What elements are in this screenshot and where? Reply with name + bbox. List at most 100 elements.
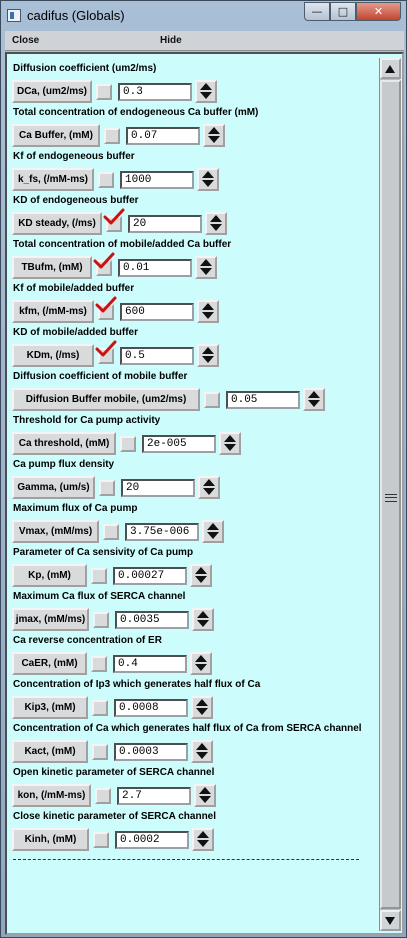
app-icon bbox=[7, 9, 21, 22]
spinner-arrows-icon[interactable] bbox=[192, 608, 214, 631]
param-value-field[interactable]: 0.01 bbox=[118, 259, 192, 277]
param-button[interactable]: Kip3, (mM) bbox=[12, 696, 88, 719]
param-value-field[interactable]: 0.00027 bbox=[113, 567, 187, 585]
menu-hide[interactable]: Hide bbox=[160, 35, 182, 46]
spinner-arrows-icon[interactable] bbox=[303, 388, 325, 411]
scroll-down-button[interactable] bbox=[380, 910, 401, 931]
param-value-field[interactable]: 2.7 bbox=[117, 787, 191, 805]
spinner-arrows-icon[interactable] bbox=[198, 476, 220, 499]
default-checkbox[interactable] bbox=[103, 524, 119, 540]
param-button[interactable]: k_fs, (/mM-ms) bbox=[12, 168, 94, 191]
spinner-arrows-icon[interactable] bbox=[190, 652, 212, 675]
param-value-field[interactable]: 1000 bbox=[120, 171, 194, 189]
param-button[interactable]: Kinh, (mM) bbox=[12, 828, 89, 851]
spinner-arrows-icon[interactable] bbox=[202, 520, 224, 543]
parameter-panel: Diffusion coefficient (um2/ms) DCa, (um2/… bbox=[5, 52, 404, 935]
param-value-field[interactable]: 0.07 bbox=[126, 127, 200, 145]
param-button[interactable]: KD steady, (/ms) bbox=[12, 212, 102, 235]
spinner-arrows-icon[interactable] bbox=[197, 344, 219, 367]
param-value-field[interactable]: 20 bbox=[128, 215, 202, 233]
param-button[interactable]: jmax, (mM/ms) bbox=[12, 608, 89, 631]
default-checkbox[interactable] bbox=[93, 832, 109, 848]
param-button[interactable]: Ca Buffer, (mM) bbox=[12, 124, 100, 147]
default-checkbox[interactable] bbox=[95, 788, 111, 804]
param-button[interactable]: Vmax, (mM/ms) bbox=[12, 520, 99, 543]
param-value-field[interactable]: 2e-005 bbox=[142, 435, 216, 453]
spinner-arrows-icon[interactable] bbox=[195, 256, 217, 279]
param-description: Diffusion coefficient (um2/ms) bbox=[13, 63, 157, 74]
menu-bar: Close Hide bbox=[5, 31, 404, 51]
default-checkbox[interactable] bbox=[98, 172, 114, 188]
spinner-arrows-icon[interactable] bbox=[195, 80, 217, 103]
param-description: Kf of endogeneous buffer bbox=[13, 151, 135, 162]
param-description: Maximum flux of Ca pump bbox=[13, 503, 138, 514]
spinner-arrows-icon[interactable] bbox=[197, 300, 219, 323]
param-value-field[interactable]: 600 bbox=[120, 303, 194, 321]
default-checkbox[interactable] bbox=[99, 480, 115, 496]
default-checkbox[interactable] bbox=[92, 744, 108, 760]
default-checkbox[interactable] bbox=[93, 612, 109, 628]
scroll-up-button[interactable] bbox=[380, 58, 401, 79]
spinner-arrows-icon[interactable] bbox=[194, 784, 216, 807]
default-checkbox[interactable] bbox=[104, 128, 120, 144]
spinner-arrows-icon[interactable] bbox=[192, 828, 214, 851]
default-checkbox[interactable] bbox=[91, 568, 107, 584]
spinner-arrows-icon[interactable] bbox=[190, 564, 212, 587]
spinner-arrows-icon[interactable] bbox=[219, 432, 241, 455]
spinner-arrows-icon[interactable] bbox=[191, 740, 213, 763]
param-value-field[interactable]: 0.05 bbox=[226, 391, 300, 409]
window-title: cadifus (Globals) bbox=[27, 8, 125, 23]
param-button[interactable]: Diffusion Buffer mobile, (um2/ms) bbox=[12, 388, 200, 411]
param-value-field[interactable]: 20 bbox=[121, 479, 195, 497]
scroll-thumb[interactable] bbox=[380, 80, 401, 909]
param-description: Open kinetic parameter of SERCA channel bbox=[13, 767, 215, 778]
param-value-field[interactable]: 0.0008 bbox=[114, 699, 188, 717]
spinner-arrows-icon[interactable] bbox=[197, 168, 219, 191]
param-button[interactable]: Kact, (mM) bbox=[12, 740, 88, 763]
param-description: Total concentration of mobile/added Ca b… bbox=[13, 239, 232, 250]
default-checkbox[interactable] bbox=[98, 304, 114, 320]
default-checkbox[interactable] bbox=[96, 260, 112, 276]
minimize-button[interactable]: — bbox=[304, 2, 330, 21]
param-value-field[interactable]: 0.0035 bbox=[115, 611, 189, 629]
menu-close[interactable]: Close bbox=[12, 35, 39, 46]
param-button[interactable]: kfm, (/mM-ms) bbox=[12, 300, 94, 323]
param-value-field[interactable]: 3.75e-006 bbox=[125, 523, 199, 541]
default-checkbox[interactable] bbox=[91, 656, 107, 672]
param-button[interactable]: TBufm, (mM) bbox=[12, 256, 92, 279]
param-button[interactable]: KDm, (/ms) bbox=[12, 344, 94, 367]
param-description: Ca reverse concentration of ER bbox=[13, 635, 162, 646]
param-description: Threshold for Ca pump activity bbox=[13, 415, 161, 426]
default-checkbox[interactable] bbox=[120, 436, 136, 452]
param-value-field[interactable]: 0.4 bbox=[113, 655, 187, 673]
param-button[interactable]: kon, (/mM-ms) bbox=[12, 784, 91, 807]
title-bar[interactable]: cadifus (Globals) — □ ✕ bbox=[1, 1, 406, 31]
spinner-arrows-icon[interactable] bbox=[191, 696, 213, 719]
param-description: Kf of mobile/added buffer bbox=[13, 283, 135, 294]
default-checkbox[interactable] bbox=[106, 216, 122, 232]
param-button[interactable]: CaER, (mM) bbox=[12, 652, 87, 675]
param-description: Concentration of Ip3 which generates hal… bbox=[13, 679, 261, 690]
param-description: Diffusion coefficient of mobile buffer bbox=[13, 371, 188, 382]
grip-icon bbox=[385, 494, 397, 502]
default-checkbox[interactable] bbox=[92, 700, 108, 716]
spinner-arrows-icon[interactable] bbox=[203, 124, 225, 147]
default-checkbox[interactable] bbox=[96, 84, 112, 100]
separator-line bbox=[13, 859, 359, 860]
param-value-field[interactable]: 0.0002 bbox=[115, 831, 189, 849]
param-button[interactable]: DCa, (um2/ms) bbox=[12, 80, 92, 103]
param-value-field[interactable]: 0.3 bbox=[118, 83, 192, 101]
spinner-arrows-icon[interactable] bbox=[205, 212, 227, 235]
param-value-field[interactable]: 0.5 bbox=[120, 347, 194, 365]
default-checkbox[interactable] bbox=[98, 348, 114, 364]
maximize-button[interactable]: □ bbox=[330, 2, 356, 21]
param-description: Ca pump flux density bbox=[13, 459, 115, 470]
panel-window: cadifus (Globals) — □ ✕ Close Hide Diffu… bbox=[0, 0, 407, 938]
close-window-button[interactable]: ✕ bbox=[356, 2, 401, 21]
param-button[interactable]: Kp, (mM) bbox=[12, 564, 87, 587]
param-button[interactable]: Gamma, (um/s) bbox=[12, 476, 95, 499]
param-value-field[interactable]: 0.0003 bbox=[114, 743, 188, 761]
param-button[interactable]: Ca threshold, (mM) bbox=[12, 432, 116, 455]
default-checkbox[interactable] bbox=[204, 392, 220, 408]
vertical-scrollbar[interactable] bbox=[379, 58, 401, 931]
